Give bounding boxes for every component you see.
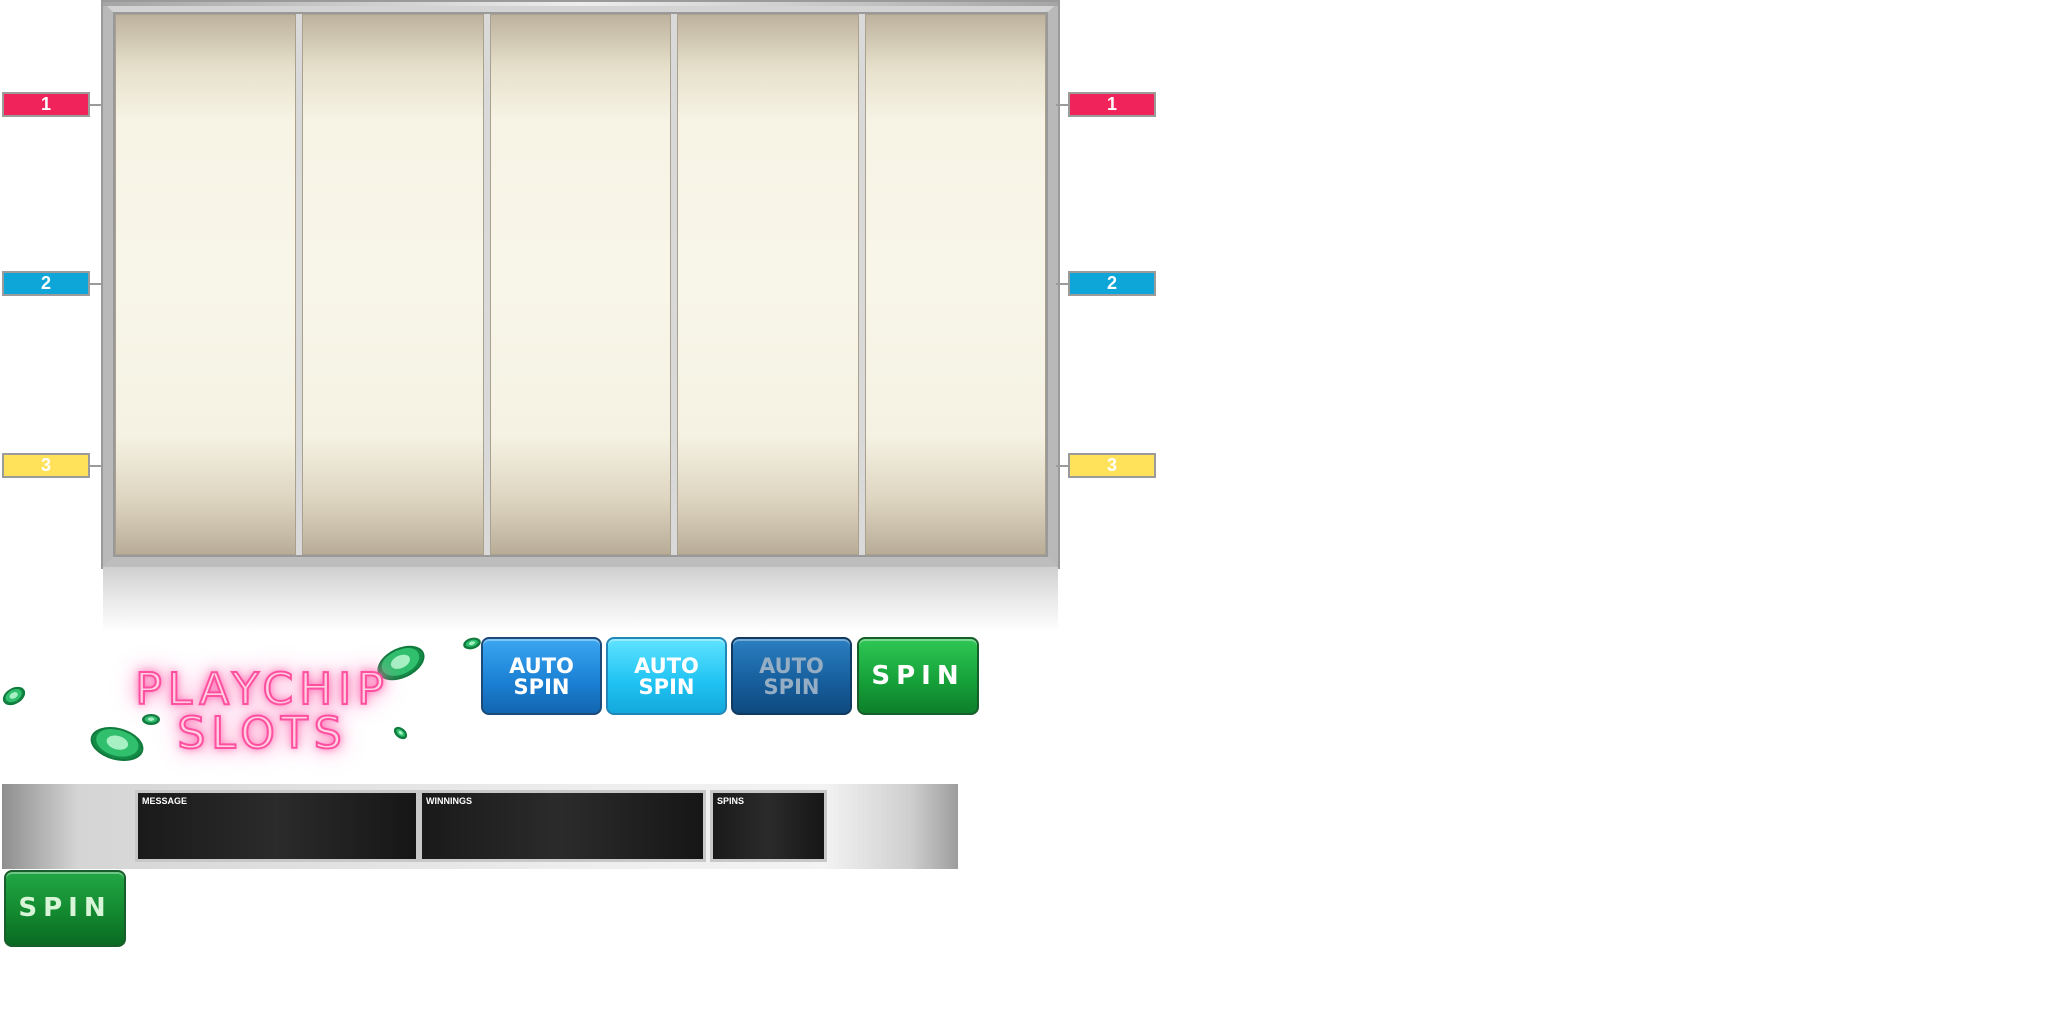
payline-label: 1 bbox=[1106, 94, 1117, 114]
auto-spin-line2: SPIN bbox=[638, 675, 695, 699]
auto-spin-line1: AUTO bbox=[759, 654, 824, 678]
spin-button[interactable]: SPIN bbox=[857, 637, 979, 715]
message-label: MESSAGE bbox=[142, 796, 188, 806]
payline-label: 1 bbox=[40, 94, 51, 114]
chip-icon bbox=[0, 683, 29, 709]
auto-spin-line2: SPIN bbox=[513, 675, 570, 699]
chip-icon bbox=[461, 635, 483, 652]
logo-line-1: PLAYCHIP bbox=[134, 664, 390, 715]
auto-spin-line2: SPIN bbox=[763, 675, 820, 699]
info-bar: MESSAGE WINNINGS SPINS bbox=[2, 784, 958, 869]
logo-line-2: SLOTS bbox=[176, 708, 348, 759]
spins-panel: SPINS bbox=[710, 790, 827, 862]
playchip-slots-logo: PLAYCHIP SLOTS bbox=[130, 664, 395, 768]
payline-connector bbox=[1056, 104, 1068, 106]
auto-spin-button[interactable]: AUTO SPIN bbox=[481, 637, 602, 715]
auto-spin-line1: AUTO bbox=[634, 654, 699, 678]
winnings-panel: WINNINGS bbox=[419, 790, 706, 862]
payline-label: 3 bbox=[1106, 455, 1117, 475]
slot-machine-sprite-sheet: 1 2 3 1 2 3 PLAYCHIP SLOTS AUTO SPIN AUT… bbox=[0, 0, 2048, 1024]
payline-right-1: 1 bbox=[1056, 92, 1156, 117]
payline-connector bbox=[90, 104, 102, 106]
payline-connector bbox=[1056, 465, 1068, 467]
reel-3 bbox=[489, 14, 672, 555]
winnings-label: WINNINGS bbox=[426, 796, 472, 806]
message-panel: MESSAGE bbox=[135, 790, 419, 862]
payline-connector bbox=[90, 465, 102, 467]
reel-frame-reflection bbox=[103, 567, 1058, 632]
payline-right-3: 3 bbox=[1056, 453, 1156, 478]
reels bbox=[115, 14, 1047, 555]
reel-4 bbox=[677, 14, 859, 555]
spin-button-pressed[interactable]: SPIN bbox=[4, 870, 126, 947]
spins-label: SPINS bbox=[717, 796, 745, 806]
payline-left-2: 2 bbox=[2, 271, 102, 296]
payline-connector bbox=[90, 283, 102, 285]
payline-label: 2 bbox=[40, 273, 51, 293]
reel-5 bbox=[864, 14, 1047, 555]
auto-spin-line1: AUTO bbox=[509, 654, 574, 678]
auto-spin-button-hover[interactable]: AUTO SPIN bbox=[606, 637, 727, 715]
reel-2 bbox=[302, 14, 484, 555]
payline-right-2: 2 bbox=[1056, 271, 1156, 296]
payline-label: 2 bbox=[1106, 273, 1117, 293]
reel-frame bbox=[103, 2, 1058, 567]
payline-left-3: 3 bbox=[2, 453, 102, 478]
payline-left-1: 1 bbox=[2, 92, 102, 117]
reel-1 bbox=[115, 14, 297, 555]
payline-label: 3 bbox=[40, 455, 51, 475]
auto-spin-button-disabled[interactable]: AUTO SPIN bbox=[731, 637, 852, 715]
payline-connector bbox=[1056, 283, 1068, 285]
